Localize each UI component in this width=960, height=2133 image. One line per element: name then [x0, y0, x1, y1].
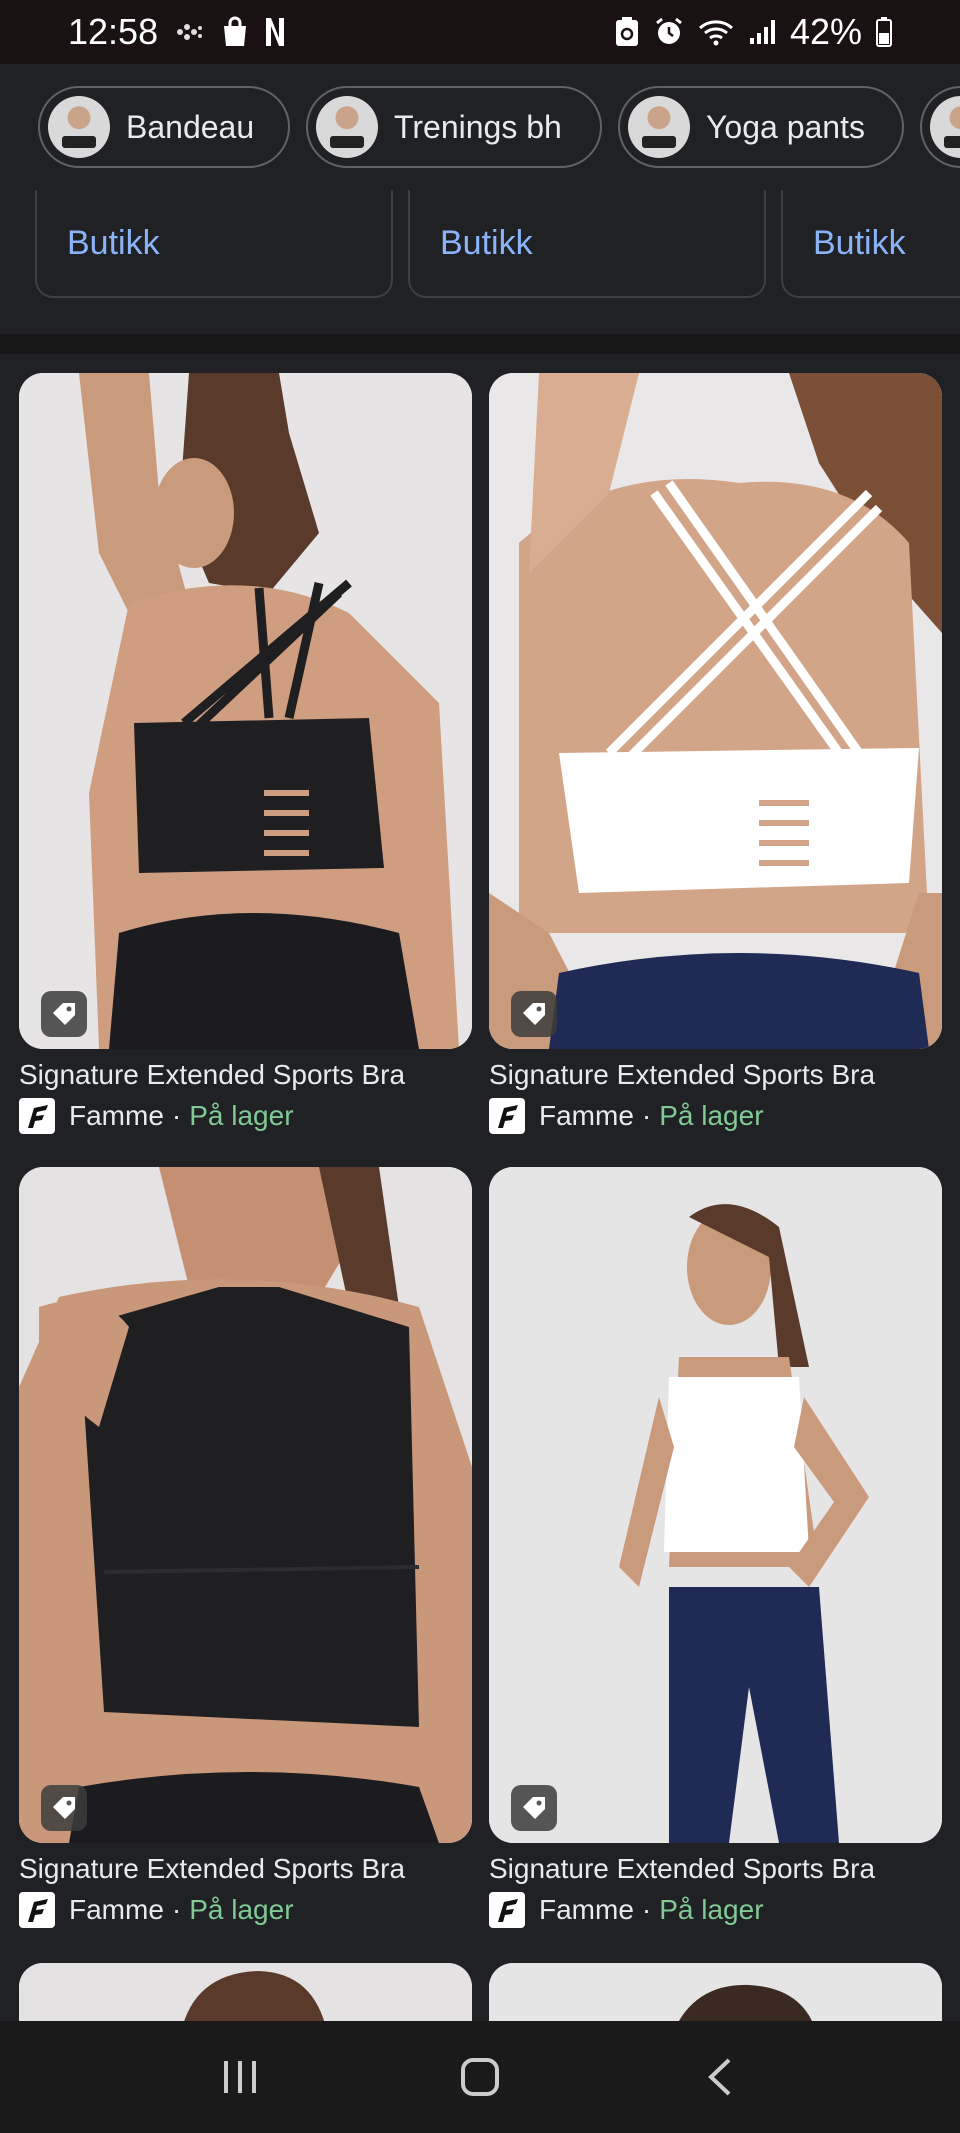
product-image[interactable]	[19, 373, 472, 1049]
hand-wave-icon	[172, 18, 206, 46]
home-icon[interactable]	[440, 2037, 520, 2117]
chip-bandeau[interactable]: Bandeau	[38, 86, 290, 168]
chip-yoga-pants[interactable]: Yoga pants	[618, 86, 904, 168]
store-name: Famme	[69, 1100, 164, 1131]
product-title[interactable]: Signature Extended Sports Bra	[489, 1055, 942, 1095]
product-image[interactable]	[19, 1167, 472, 1843]
back-icon[interactable]	[680, 2037, 760, 2117]
product-meta: Famme · På lager	[489, 1095, 942, 1137]
chip-thumbnail	[628, 96, 690, 158]
shopping-tag-icon	[511, 1785, 557, 1831]
famme-logo-icon	[19, 1098, 55, 1134]
product-card[interactable]: Signature Extended Sports Bra Famme · På…	[19, 1167, 472, 1931]
product-title[interactable]: Signature Extended Sports Bra	[489, 1849, 942, 1889]
chip-label: Trenings bh	[394, 108, 562, 145]
product-meta: Famme · På lager	[19, 1095, 472, 1137]
product-meta: Famme · På lager	[19, 1889, 472, 1931]
store-name: Famme	[539, 1894, 634, 1925]
status-left: 12:58	[68, 11, 286, 53]
store-name: Famme	[539, 1100, 634, 1131]
status-bar: 12:58 42%	[0, 0, 960, 64]
battery-icon	[876, 17, 892, 47]
product-image[interactable]	[489, 1167, 942, 1843]
status-right: 42%	[614, 11, 892, 53]
chip-trenings-bh[interactable]: Trenings bh	[306, 86, 602, 168]
store-link[interactable]: Butikk	[440, 224, 533, 263]
product-card[interactable]: Signature Extended Sports Bra Famme · På…	[489, 1167, 942, 1931]
famme-logo-icon	[489, 1892, 525, 1928]
alarm-icon	[654, 17, 684, 47]
shopping-tag-icon	[511, 991, 557, 1037]
product-title[interactable]: Signature Extended Sports Bra	[19, 1849, 472, 1889]
stock-status: På lager	[189, 1894, 294, 1925]
section-divider	[0, 334, 960, 354]
product-meta: Famme · På lager	[489, 1889, 942, 1931]
signal-icon	[748, 18, 776, 46]
separator: ·	[171, 1894, 182, 1925]
recent-apps-icon[interactable]	[200, 2037, 280, 2117]
famme-logo-icon	[489, 1098, 525, 1134]
famme-logo-icon	[19, 1892, 55, 1928]
netflix-n-icon	[264, 16, 286, 48]
separator: ·	[171, 1100, 182, 1131]
chip-label: Yoga pants	[706, 108, 865, 145]
product-photo	[489, 1167, 942, 1843]
product-card[interactable]: Signature Extended Sports Bra Famme · På…	[489, 373, 942, 1137]
shopping-tag-icon	[41, 991, 87, 1037]
related-searches-chips: Bandeau Trenings bh Yoga pants	[0, 64, 960, 190]
wifi-icon	[698, 18, 734, 46]
google-images-shopping-page: 12:58 42% Bandeau Trenings bh Yoga pants…	[0, 0, 960, 2133]
store-link[interactable]: Butikk	[67, 224, 160, 263]
store-card[interactable]: Butikk	[408, 190, 766, 298]
chip-thumbnail	[930, 96, 960, 158]
product-photo	[19, 1167, 472, 1843]
status-time: 12:58	[68, 11, 159, 52]
recycle-icon	[614, 16, 640, 48]
stock-status: På lager	[189, 1100, 294, 1131]
product-photo	[19, 373, 472, 1049]
product-photo	[489, 373, 942, 1049]
chip-thumbnail	[48, 96, 110, 158]
store-card[interactable]: Butikk	[35, 190, 393, 298]
store-cards-row: Butikk Butikk Butikk	[0, 190, 960, 322]
system-nav-bar	[0, 2021, 960, 2133]
chip-thumbnail	[316, 96, 378, 158]
separator: ·	[641, 1894, 652, 1925]
product-card[interactable]: Signature Extended Sports Bra Famme · På…	[19, 373, 472, 1137]
product-title[interactable]: Signature Extended Sports Bra	[19, 1055, 472, 1095]
shopping-tag-icon	[41, 1785, 87, 1831]
shopping-bag-icon	[220, 16, 250, 48]
product-image[interactable]	[489, 373, 942, 1049]
store-link[interactable]: Butikk	[813, 224, 906, 263]
separator: ·	[641, 1100, 652, 1131]
chip-partial[interactable]	[920, 86, 960, 168]
chip-label: Bandeau	[126, 108, 255, 145]
store-name: Famme	[69, 1894, 164, 1925]
stock-status: På lager	[659, 1894, 764, 1925]
store-card[interactable]: Butikk	[781, 190, 960, 298]
stock-status: På lager	[659, 1100, 764, 1131]
battery-percent: 42%	[789, 11, 862, 52]
